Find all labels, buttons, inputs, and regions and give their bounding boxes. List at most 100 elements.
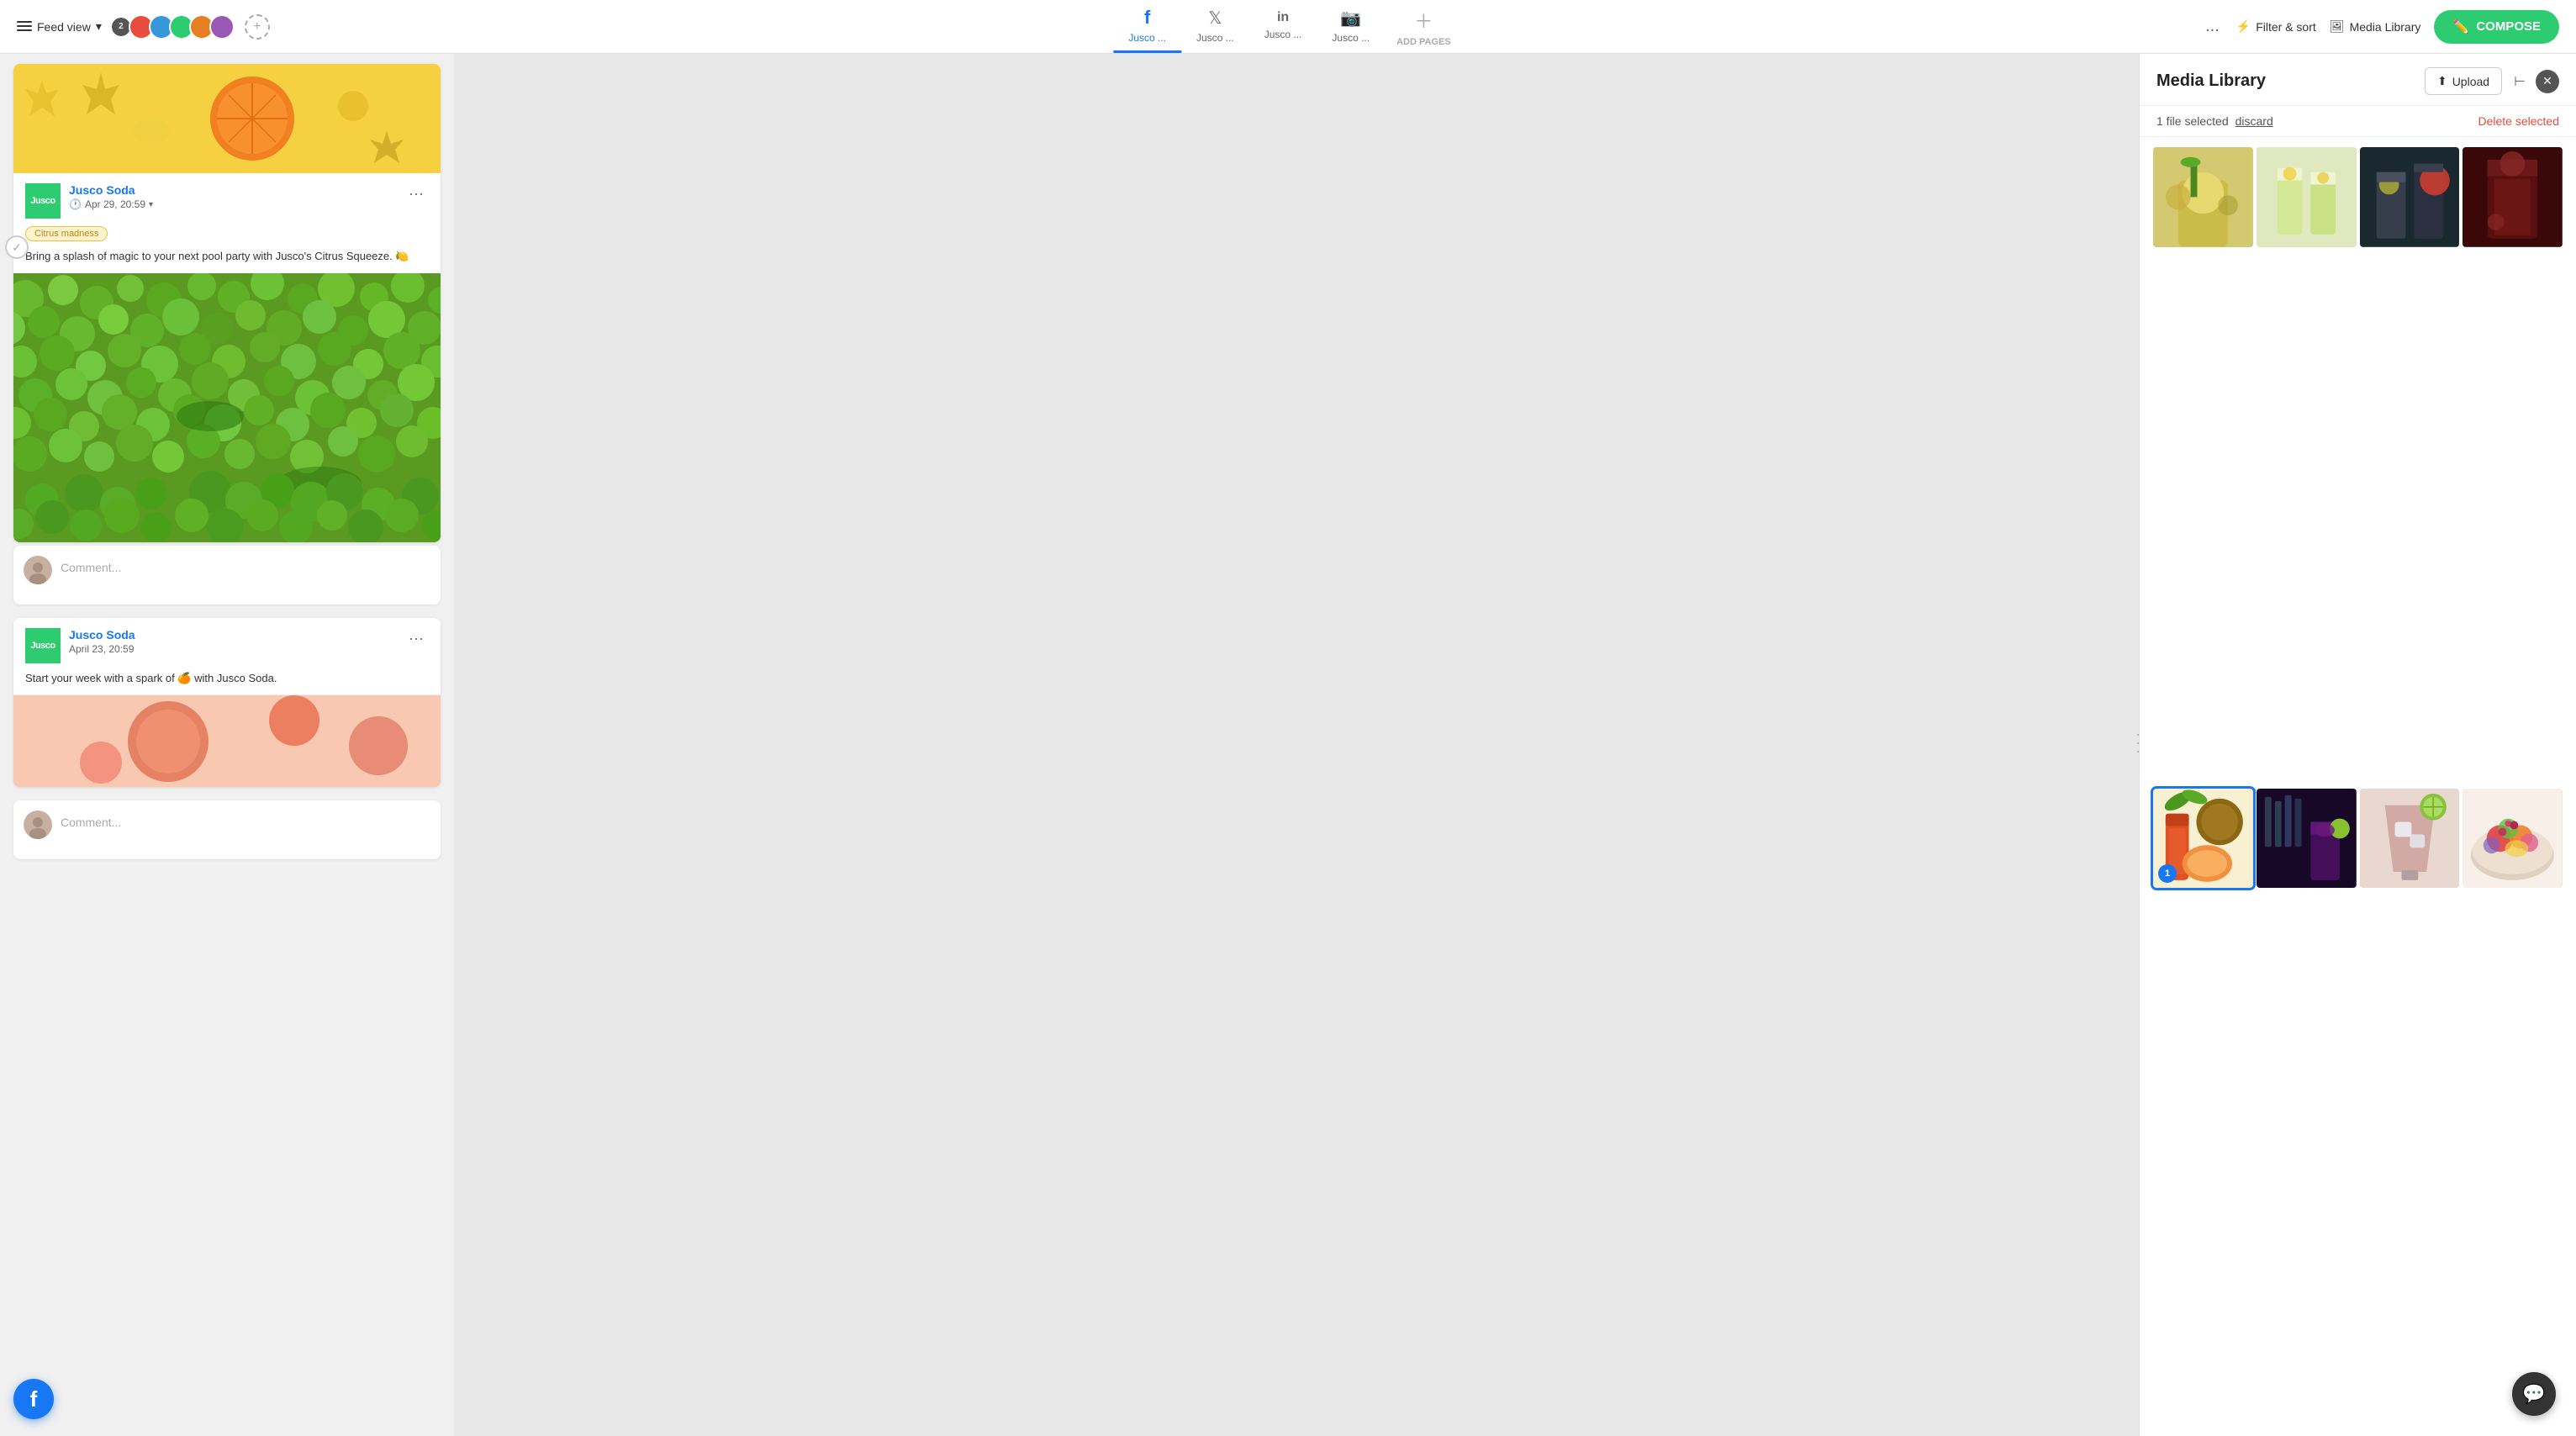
avatar-count: 2 <box>112 18 130 36</box>
add-user-button[interactable]: + <box>245 14 270 40</box>
close-button[interactable]: ✕ <box>2536 70 2559 93</box>
media-image-2 <box>2257 147 2357 247</box>
comment-avatar-1 <box>24 556 52 584</box>
post-avatar-1: Jusco <box>25 183 61 219</box>
compose-label: COMPOSE <box>2476 19 2541 34</box>
upload-button[interactable]: ⬆ Upload <box>2425 67 2502 95</box>
comment-section-1: Comment... <box>13 546 441 604</box>
media-item-5[interactable]: 1 <box>2153 789 2253 889</box>
media-item-3[interactable] <box>2360 147 2460 247</box>
media-grid: 1 <box>2140 137 2576 1436</box>
media-image-7 <box>2360 789 2460 889</box>
media-panel-actions: ⊢ ✕ <box>2510 70 2559 93</box>
tab-instagram[interactable]: 📷 Jusco ... <box>1317 1 1385 53</box>
tab-linkedin-label: Jusco ... <box>1264 29 1302 40</box>
top-navigation: Feed view ▾ 2 + f Jusco ... 𝕏 Jusco ... … <box>0 0 2576 54</box>
media-library-panel: Media Library ⬆ Upload ⊢ ✕ 1 file select… <box>2139 54 2576 1436</box>
comment-input-1[interactable]: Comment... <box>61 556 430 574</box>
post-bottom-image <box>13 694 441 787</box>
media-library-button[interactable]: 🖼 Media Library <box>2330 19 2421 34</box>
nav-tabs: f Jusco ... 𝕏 Jusco ... in Jusco ... 📷 J… <box>1113 0 1462 54</box>
feed-view-label: Feed view <box>37 20 91 34</box>
post-header-1: Jusco Jusco Soda 🕐 Apr 29, 20:59 ▾ ··· <box>13 173 441 225</box>
comment-section-2: Comment... <box>13 800 441 859</box>
facebook-badge[interactable]: f <box>13 1379 54 1419</box>
media-panel-title: Media Library <box>2156 71 2266 91</box>
media-item-1[interactable] <box>2153 147 2253 247</box>
add-pages-label: ADD PAGES <box>1396 37 1451 47</box>
post-author-1[interactable]: Jusco Soda <box>69 183 153 197</box>
fruit-image <box>13 64 441 173</box>
chat-button[interactable]: 💬 <box>2512 1372 2556 1416</box>
tab-twitter-label: Jusco ... <box>1196 32 1234 44</box>
file-selected-area: 1 file selected discard <box>2156 114 2273 128</box>
post-card-2: Jusco Jusco Soda April 23, 20:59 ··· Sta… <box>13 618 441 788</box>
media-image-3 <box>2360 147 2460 247</box>
media-panel-subheader: 1 file selected discard Delete selected <box>2140 106 2576 137</box>
post-menu-button-2[interactable]: ··· <box>404 628 429 649</box>
media-item-2[interactable] <box>2257 147 2357 247</box>
more-options-button[interactable]: ... <box>2202 13 2223 40</box>
filter-sort-label: Filter & sort <box>2256 20 2316 34</box>
post-menu-button-1[interactable]: ··· <box>404 183 429 204</box>
add-pages-icon: ＋ <box>1414 7 1433 34</box>
feed-column: Jusco Jusco Soda 🕐 Apr 29, 20:59 ▾ ··· C… <box>0 54 454 1436</box>
feed-view-chevron: ▾ <box>96 19 102 34</box>
discard-link[interactable]: discard <box>2236 114 2273 128</box>
post-info-1: Jusco Soda 🕐 Apr 29, 20:59 ▾ <box>69 183 153 210</box>
tab-facebook[interactable]: f Jusco ... <box>1113 0 1181 53</box>
post-card-1: Jusco Jusco Soda 🕐 Apr 29, 20:59 ▾ ··· C… <box>13 173 441 542</box>
twitter-icon: 𝕏 <box>1208 8 1222 29</box>
post-header-left-1: Jusco Jusco Soda 🕐 Apr 29, 20:59 ▾ <box>25 183 153 219</box>
media-image-1 <box>2153 147 2253 247</box>
filter-sort-button[interactable]: ⚡ Filter & sort <box>2236 19 2316 34</box>
post-body-2: Start your week with a spark of 🍊 with J… <box>13 670 441 695</box>
media-image-6 <box>2257 789 2357 889</box>
media-library-label: Media Library <box>2350 20 2421 34</box>
facebook-icon: f <box>1144 7 1150 29</box>
time-chevron-1[interactable]: ▾ <box>149 200 153 209</box>
delete-selected-link[interactable]: Delete selected <box>2478 114 2559 128</box>
fruit-svg <box>13 64 441 173</box>
nav-right: ... ⚡ Filter & sort 🖼 Media Library ✏️ C… <box>2202 10 2559 44</box>
media-item-6[interactable] <box>2257 789 2357 889</box>
chat-icon: 💬 <box>2522 1383 2545 1405</box>
filter-icon: ⚡ <box>2236 19 2251 34</box>
post-body-1: Bring a splash of magic to your next poo… <box>13 248 441 273</box>
media-image-8 <box>2463 789 2563 889</box>
linkedin-icon: in <box>1277 10 1289 25</box>
instagram-icon: 📷 <box>1340 8 1361 29</box>
jusco-logo-2: Jusco <box>25 628 61 663</box>
media-item-7[interactable] <box>2360 789 2460 889</box>
post-author-2[interactable]: Jusco Soda <box>69 628 135 641</box>
feed-view-button[interactable]: Feed view ▾ <box>17 19 102 34</box>
avatar <box>209 14 235 40</box>
tab-twitter[interactable]: 𝕏 Jusco ... <box>1181 1 1249 53</box>
post-header-left-2: Jusco Jusco Soda April 23, 20:59 <box>25 628 135 663</box>
collapse-button[interactable]: ⊢ <box>2510 70 2529 93</box>
post-check-1[interactable]: ✓ <box>5 235 29 259</box>
media-item-4[interactable] <box>2463 147 2563 247</box>
post-time-row-2: April 23, 20:59 <box>69 643 135 655</box>
files-selected-text: 1 file selected <box>2156 114 2229 128</box>
feed-view-icon <box>17 21 32 33</box>
comment-input-2[interactable]: Comment... <box>61 810 430 829</box>
comment-avatar-2 <box>24 810 52 839</box>
tab-linkedin[interactable]: in Jusco ... <box>1249 3 1317 50</box>
compose-button[interactable]: ✏️ COMPOSE <box>2434 10 2559 44</box>
jusco-logo: Jusco <box>25 183 61 219</box>
media-item-8[interactable] <box>2463 789 2563 889</box>
post-time-row-1: 🕐 Apr 29, 20:59 ▾ <box>69 198 153 210</box>
main-layout: Jusco Jusco Soda 🕐 Apr 29, 20:59 ▾ ··· C… <box>0 54 2576 1436</box>
side-panel-toggle[interactable]: ··· <box>2130 732 2139 758</box>
schedule-icon-1: 🕐 <box>69 198 82 210</box>
top-image-card <box>13 64 441 173</box>
add-pages-button[interactable]: ＋ ADD PAGES <box>1385 0 1463 54</box>
lime-svg <box>13 273 441 542</box>
lime-image <box>13 273 441 542</box>
comment-avatar-svg-2 <box>24 810 52 839</box>
compose-icon: ✏️ <box>2452 18 2469 35</box>
media-image-4 <box>2463 147 2563 247</box>
post-time-2: April 23, 20:59 <box>69 643 134 655</box>
post-tag-1: Citrus madness <box>25 226 108 241</box>
